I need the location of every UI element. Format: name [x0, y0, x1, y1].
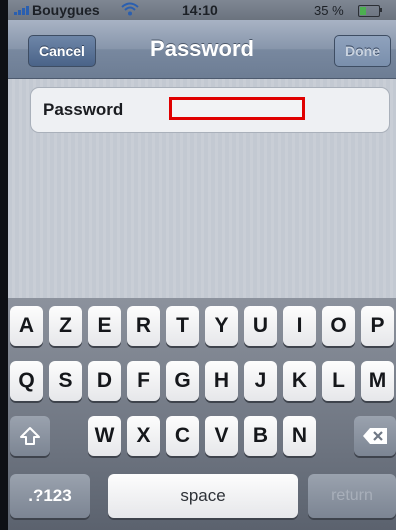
- key-a[interactable]: A: [10, 306, 43, 346]
- space-key[interactable]: space: [108, 474, 298, 518]
- battery-level: [360, 7, 367, 15]
- password-field[interactable]: [169, 97, 305, 120]
- key-j[interactable]: J: [244, 361, 277, 401]
- wifi-icon: [121, 2, 139, 16]
- backspace-icon: [363, 428, 387, 444]
- shift-arrow-icon: [20, 427, 40, 445]
- key-x[interactable]: X: [127, 416, 160, 456]
- navigation-bar: Cancel Password Done: [8, 20, 396, 79]
- key-s[interactable]: S: [49, 361, 82, 401]
- carrier-name: Bouygues: [32, 2, 100, 18]
- key-l[interactable]: L: [322, 361, 355, 401]
- shift-key[interactable]: [10, 416, 50, 456]
- key-b[interactable]: B: [244, 416, 277, 456]
- key-p[interactable]: P: [361, 306, 394, 346]
- signal-strength-icon: [14, 5, 32, 15]
- key-m[interactable]: M: [361, 361, 394, 401]
- key-v[interactable]: V: [205, 416, 238, 456]
- phone-screen: Bouygues 14:10 35 % Cancel Password Done…: [8, 0, 396, 530]
- status-time: 14:10: [182, 2, 218, 18]
- keyboard: A Z E R T Y U I O P Q S D F G H J K L M …: [8, 298, 396, 530]
- key-q[interactable]: Q: [10, 361, 43, 401]
- key-n[interactable]: N: [283, 416, 316, 456]
- battery-icon: [358, 5, 380, 17]
- key-o[interactable]: O: [322, 306, 355, 346]
- key-k[interactable]: K: [283, 361, 316, 401]
- battery-tip: [380, 8, 382, 12]
- key-y[interactable]: Y: [205, 306, 238, 346]
- key-t[interactable]: T: [166, 306, 199, 346]
- return-key[interactable]: return: [308, 474, 396, 518]
- key-u[interactable]: U: [244, 306, 277, 346]
- key-d[interactable]: D: [88, 361, 121, 401]
- key-i[interactable]: I: [283, 306, 316, 346]
- password-label: Password: [43, 100, 124, 119]
- key-f[interactable]: F: [127, 361, 160, 401]
- key-h[interactable]: H: [205, 361, 238, 401]
- key-z[interactable]: Z: [49, 306, 82, 346]
- key-r[interactable]: R: [127, 306, 160, 346]
- delete-key[interactable]: [354, 416, 396, 456]
- key-e[interactable]: E: [88, 306, 121, 346]
- status-bar: Bouygues 14:10 35 %: [8, 0, 396, 20]
- form-area: Password: [8, 79, 396, 298]
- key-g[interactable]: G: [166, 361, 199, 401]
- battery-percentage: 35 %: [314, 3, 344, 18]
- key-w[interactable]: W: [88, 416, 121, 456]
- key-c[interactable]: C: [166, 416, 199, 456]
- done-button[interactable]: Done: [334, 35, 391, 67]
- numbers-key[interactable]: .?123: [10, 474, 90, 518]
- password-row[interactable]: Password: [30, 87, 390, 133]
